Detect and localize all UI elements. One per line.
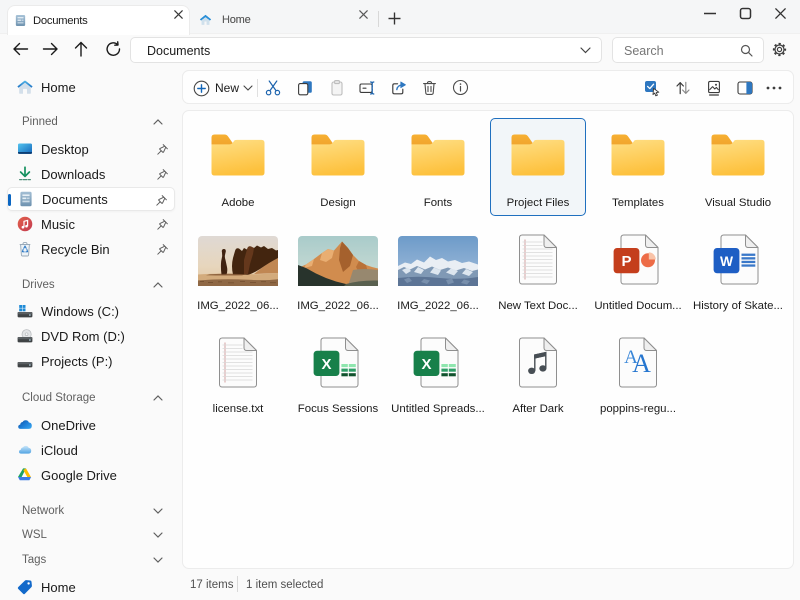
svg-text:W: W [720,254,734,269]
svg-text:X: X [421,356,431,373]
svg-text:X: X [321,356,331,373]
svg-text:A: A [632,349,651,378]
svg-text:P: P [621,253,631,270]
